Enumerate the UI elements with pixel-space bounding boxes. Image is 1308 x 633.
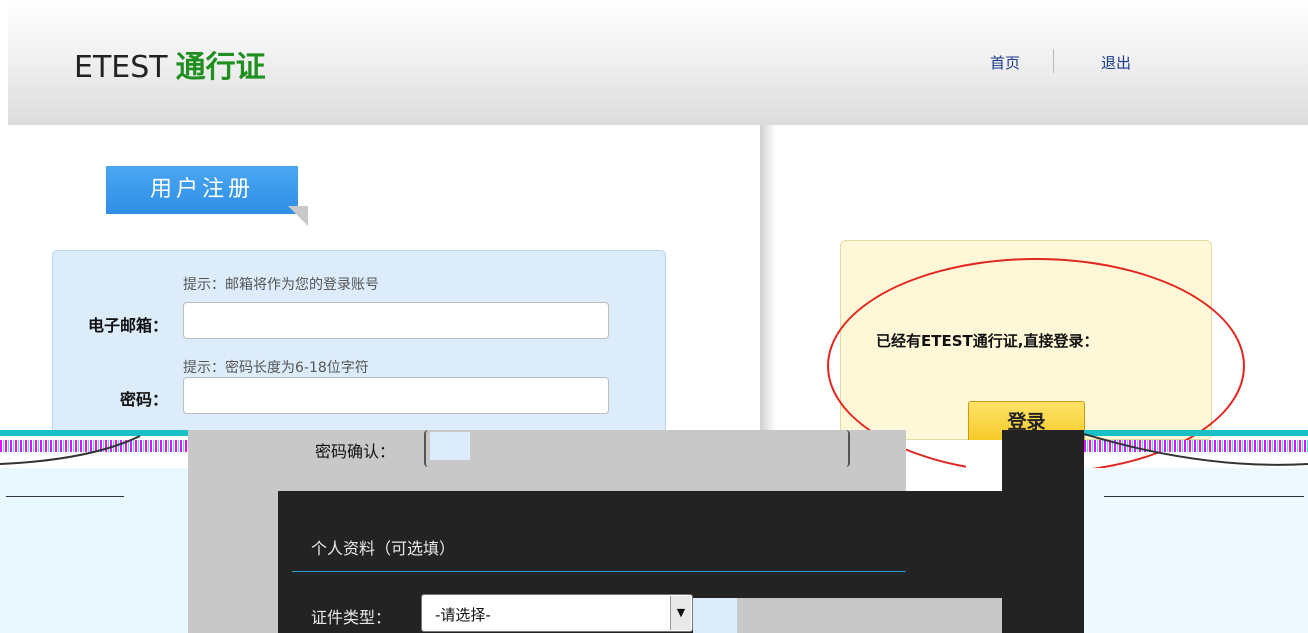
brand-primary-text: ETEST [74, 50, 168, 85]
glitch-strip-left [0, 430, 188, 468]
nav-home-link[interactable]: 首页 [990, 52, 1020, 73]
glitch-curve [1084, 433, 1308, 466]
nav-logout-link[interactable]: 退出 [1101, 52, 1131, 73]
personal-info-title: 个人资料（可选填） [311, 539, 456, 558]
email-input[interactable] [183, 302, 609, 339]
dark-block [1002, 430, 1084, 492]
glitch-strip-right [1084, 430, 1308, 468]
password-input[interactable] [183, 377, 609, 414]
pale-block [693, 598, 737, 633]
password-hint: 提示：密码长度为6-18位字符 [183, 360, 369, 376]
email-label: 电子邮箱： [87, 316, 168, 335]
password-confirm-label: 密码确认： [315, 442, 396, 461]
registration-tab: 用户注册 [106, 166, 298, 214]
password-label: 密码： [119, 390, 168, 409]
glitch-curve [0, 435, 141, 465]
gray-bar [737, 598, 1002, 633]
nav-divider [1053, 49, 1054, 73]
email-hint: 提示：邮箱将作为您的登录账号 [183, 277, 379, 293]
chevron-down-icon[interactable]: ▼ [670, 596, 691, 630]
password-confirm-input[interactable] [424, 430, 850, 467]
page-divider-shadow [760, 125, 776, 435]
tab-fold-decoration [288, 206, 308, 226]
gray-block [188, 500, 278, 633]
section-divider [292, 571, 906, 572]
white-block [966, 440, 1002, 496]
divider-line [1104, 496, 1304, 497]
id-type-label: 证件类型： [311, 608, 392, 627]
brand-secondary-text: 通行证 [175, 50, 266, 85]
lower-left-area [0, 468, 188, 633]
divider-line [6, 496, 124, 497]
id-type-selected-value: -请选择- [435, 606, 491, 624]
site-logo: ETEST 通行证 [74, 50, 266, 86]
password-confirm-slot [430, 432, 470, 460]
lower-right-area [1084, 468, 1308, 633]
